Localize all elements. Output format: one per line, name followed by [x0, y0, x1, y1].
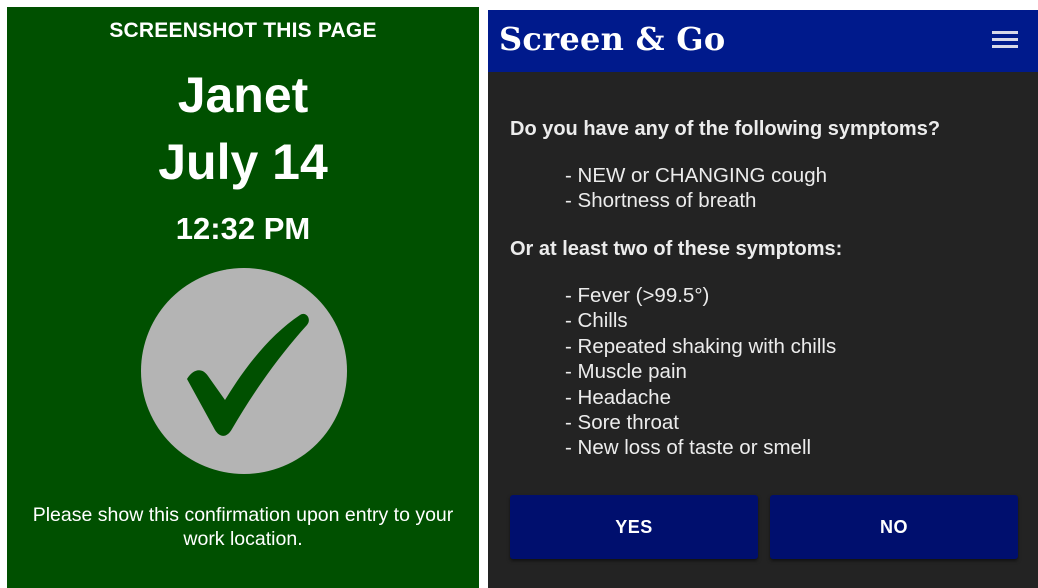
- list-item: - Muscle pain: [565, 360, 687, 384]
- hamburger-menu-icon[interactable]: [992, 30, 1020, 52]
- list-item: - Chills: [565, 309, 628, 333]
- secondary-symptom-list: - Fever (>99.5°) - Chills - Repeated sha…: [565, 283, 836, 461]
- list-item: - Repeated shaking with chills: [565, 334, 837, 358]
- confirmation-message: Please show this confirmation upon entry…: [32, 504, 454, 550]
- list-item: - Shortness of breath: [565, 189, 757, 213]
- list-item: - NEW or CHANGING cough: [565, 164, 827, 187]
- checkmark-icon: [141, 268, 347, 474]
- app-header: Screen & Go: [488, 10, 1038, 72]
- list-item: - Sore throat: [565, 411, 679, 435]
- user-name: Janet: [177, 67, 309, 123]
- questionnaire-panel: Screen & Go Do you have any of the follo…: [488, 10, 1038, 588]
- list-item: - New loss of taste or smell: [565, 436, 812, 460]
- confirmation-panel: SCREENSHOT THIS PAGE Janet July 14 12:32…: [7, 7, 479, 588]
- list-item: - Headache: [565, 385, 671, 409]
- confirmation-date: July 14: [158, 134, 328, 190]
- app-title: Screen & Go: [499, 20, 726, 58]
- screenshot-instruction: SCREENSHOT THIS PAGE: [109, 19, 377, 42]
- screen: SCREENSHOT THIS PAGE Janet July 14 12:32…: [0, 0, 1038, 588]
- yes-button[interactable]: YES: [510, 495, 758, 559]
- primary-symptom-list: - NEW or CHANGING cough - Shortness of b…: [565, 163, 827, 214]
- symptom-question: Do you have any of the following symptom…: [510, 118, 941, 140]
- confirmation-time: 12:32 PM: [175, 211, 311, 246]
- checkmark-circle: [141, 268, 347, 474]
- no-button[interactable]: NO: [770, 495, 1018, 559]
- secondary-question: Or at least two of these symptoms:: [510, 238, 843, 260]
- list-item: - Fever (>99.5°): [565, 284, 710, 307]
